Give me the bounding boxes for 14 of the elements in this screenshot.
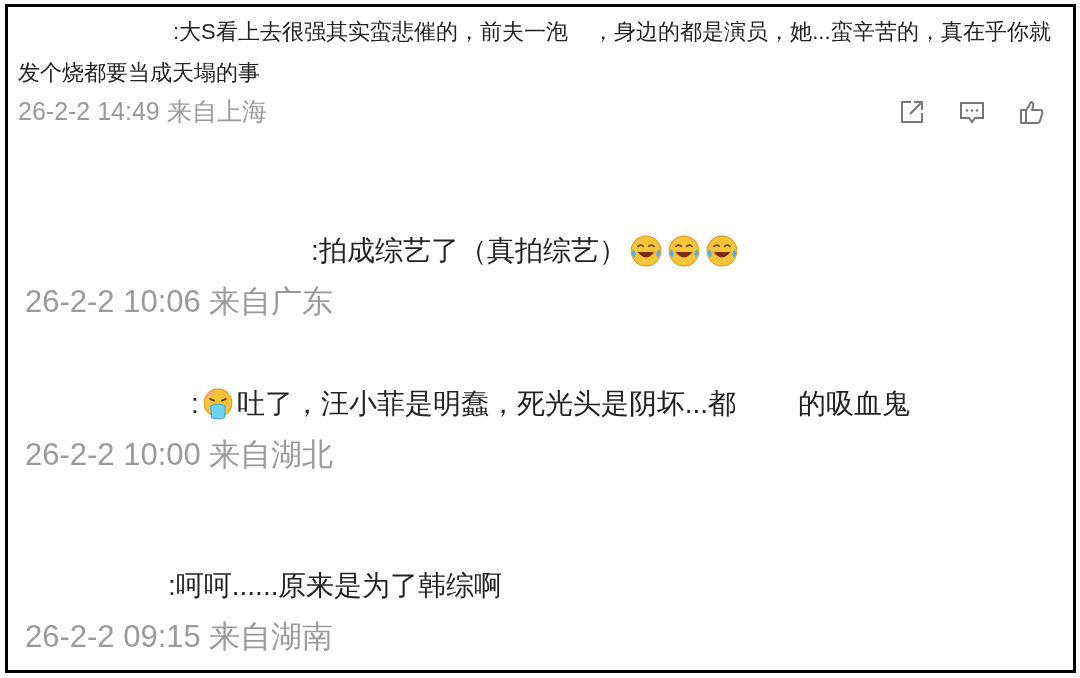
- share-icon[interactable]: [899, 98, 925, 125]
- comment-timestamp: 26-2-2 09:15 来自湖南: [25, 618, 334, 656]
- comment-text: 吐了，汪小菲是明蠢，死光头是阴坏...都 的吸血鬼: [236, 386, 911, 421]
- comment-text: :: [191, 386, 199, 421]
- comment-text: :大S看上去很强其实蛮悲催的，前夫一泡 ，身边的都是演员，她...蛮辛苦的，真在乎你就发个烧都要当成天塌的事: [17, 18, 1052, 87]
- laughing-crying-emoji-icon: [704, 234, 739, 268]
- laughing-crying-emoji-icon: [666, 234, 701, 268]
- comment-timestamp: 26-2-2 10:00 来自湖北: [25, 435, 334, 474]
- comment-text: :呵呵......原来是为了韩综啊: [167, 569, 504, 603]
- comment-text: :拍成综艺了（真拍综艺）: [311, 234, 627, 268]
- like-icon[interactable]: [1019, 98, 1045, 125]
- laughing-crying-emoji-icon: [628, 234, 663, 268]
- comment-timestamp: 26-2-2 14:49 来自上海: [18, 96, 267, 127]
- comment-timestamp: 26-2-2 10:06 来自广东: [25, 283, 334, 321]
